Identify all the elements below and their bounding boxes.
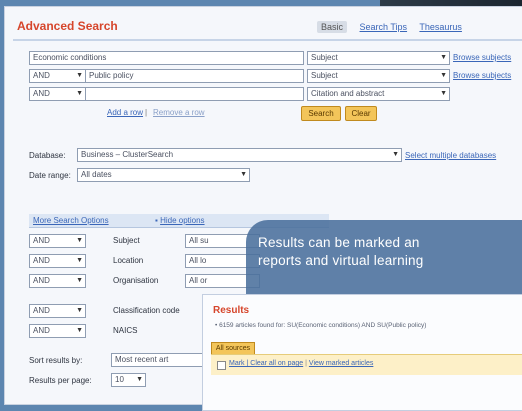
field-select-1[interactable]: Subject ▼ [307, 51, 450, 65]
thesaurus-link[interactable]: Thesaurus [419, 22, 462, 32]
chevron-down-icon: ▼ [440, 90, 447, 97]
results-summary: • 6159 articles found for: SU(Economic c… [215, 322, 427, 329]
option-operator-4[interactable]: AND ▼ [29, 304, 86, 318]
tab-basic[interactable]: Basic [317, 21, 348, 33]
results-toolbar-text: Mark | Clear all on page | View marked a… [229, 360, 373, 367]
option-operator-5-value: AND [33, 326, 50, 335]
per-page-label: Results per page: [29, 376, 92, 385]
date-range-label: Date range: [29, 171, 71, 180]
caption-line-1: Results can be marked an [258, 235, 420, 250]
option-label-organisation: Organisation [113, 276, 159, 285]
chevron-down-icon: ▼ [76, 90, 83, 97]
more-search-options-link[interactable]: More Search Options [33, 216, 109, 225]
database-value: Business – ClusterSearch [81, 150, 174, 159]
results-title: Results [213, 305, 250, 316]
operator-select-3[interactable]: AND ▼ [29, 87, 86, 101]
field-select-2[interactable]: Subject ▼ [307, 69, 450, 83]
option-operator-2[interactable]: AND ▼ [29, 254, 86, 268]
top-links: Basic Search Tips Thesaurus [317, 21, 472, 33]
results-toolbar: Mark | Clear all on page | View marked a… [211, 354, 522, 375]
hide-options-link[interactable]: ▪ Hide options [155, 216, 205, 225]
mark-all-checkbox[interactable] [217, 361, 226, 370]
option-operator-1-value: AND [33, 236, 50, 245]
field-select-2-value: Subject [311, 71, 338, 80]
link-separator: | [145, 108, 148, 117]
date-range-select[interactable]: All dates ▼ [77, 168, 250, 182]
minus-icon: ▪ [155, 216, 158, 225]
option-operator-3-value: AND [33, 276, 50, 285]
page-title: Advanced Search [17, 19, 118, 33]
option-label-subject: Subject [113, 236, 140, 245]
option-operator-2-value: AND [33, 256, 50, 265]
title-divider [13, 39, 522, 41]
clear-button[interactable]: Clear [345, 106, 377, 121]
mark-clear-link[interactable]: Mark | Clear all on page [229, 360, 303, 367]
chevron-down-icon: ▼ [440, 54, 447, 61]
search-term-1[interactable]: Economic conditions [29, 51, 304, 65]
search-term-2[interactable]: Public policy [85, 69, 304, 83]
field-select-3[interactable]: Citation and abstract ▼ [307, 87, 450, 101]
per-page-select[interactable]: 10 ▼ [111, 373, 146, 387]
field-select-1-value: Subject [311, 53, 338, 62]
search-term-3[interactable] [85, 87, 304, 101]
operator-select-2[interactable]: AND ▼ [29, 69, 86, 83]
field-select-3-value: Citation and abstract [311, 89, 385, 98]
chevron-down-icon: ▼ [76, 277, 83, 284]
sort-label: Sort results by: [29, 356, 83, 365]
option-label-naics: NAICS [113, 326, 138, 335]
chevron-down-icon: ▼ [76, 72, 83, 79]
hide-options-label: Hide options [160, 216, 205, 225]
date-range-value: All dates [81, 170, 112, 179]
operator-value-2: AND [33, 71, 50, 80]
caption-line-2: reports and virtual learning [258, 253, 424, 268]
browse-subjects-link-2[interactable]: Browse subjects [453, 71, 511, 80]
option-operator-5[interactable]: AND ▼ [29, 324, 86, 338]
chevron-down-icon: ▼ [136, 376, 143, 383]
option-label-location: Location [113, 256, 144, 265]
browse-subjects-link-1[interactable]: Browse subjects [453, 53, 511, 62]
option-operator-4-value: AND [33, 306, 50, 315]
option-label-classification: Classification code [113, 306, 180, 315]
chevron-down-icon: ▼ [240, 171, 247, 178]
option-operator-3[interactable]: AND ▼ [29, 274, 86, 288]
add-row-link[interactable]: Add a row [107, 108, 143, 117]
chevron-down-icon: ▼ [76, 327, 83, 334]
search-tips-link[interactable]: Search Tips [360, 22, 408, 32]
chevron-down-icon: ▼ [76, 237, 83, 244]
view-marked-link[interactable]: View marked articles [309, 360, 373, 367]
select-databases-link[interactable]: Select multiple databases [405, 151, 496, 160]
chevron-down-icon: ▼ [76, 257, 83, 264]
option-operator-1[interactable]: AND ▼ [29, 234, 86, 248]
per-page-value: 10 [115, 375, 124, 384]
chevron-down-icon: ▼ [76, 307, 83, 314]
caption-text: Results can be marked an reports and vir… [258, 234, 423, 270]
results-panel: Results • 6159 articles found for: SU(Ec… [202, 294, 522, 411]
chevron-down-icon: ▼ [440, 72, 447, 79]
chevron-down-icon: ▼ [392, 151, 399, 158]
search-button[interactable]: Search [301, 106, 341, 121]
database-select[interactable]: Business – ClusterSearch ▼ [77, 148, 402, 162]
remove-row-link[interactable]: Remove a row [153, 108, 205, 117]
database-label: Database: [29, 151, 66, 160]
operator-value-3: AND [33, 89, 50, 98]
sort-select[interactable]: Most recent art [111, 353, 216, 367]
